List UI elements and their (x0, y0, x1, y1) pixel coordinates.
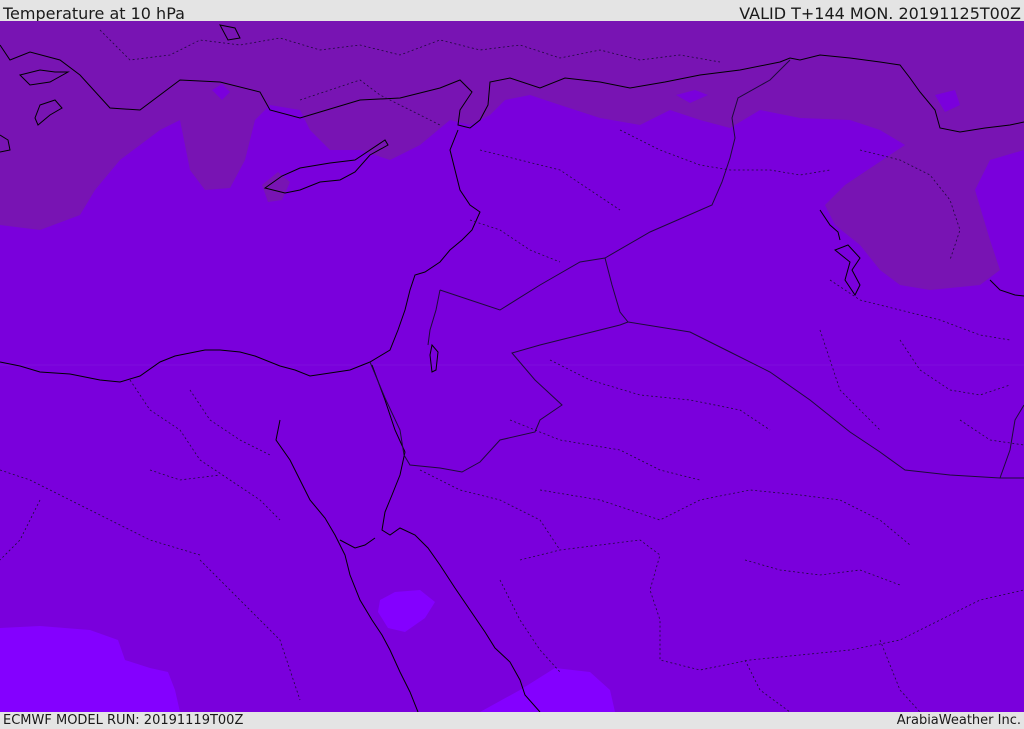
header-bar: Temperature at 10 hPa VALID T+144 MON. 2… (0, 0, 1024, 23)
credit-text: ArabiaWeather Inc. (896, 713, 1021, 728)
model-run: ECMWF MODEL RUN: 20191119T00Z (3, 713, 244, 728)
footer-bar: ECMWF MODEL RUN: 20191119T00Z ArabiaWeat… (0, 712, 1024, 729)
map-svg (0, 21, 1024, 712)
weather-map (0, 21, 1024, 712)
